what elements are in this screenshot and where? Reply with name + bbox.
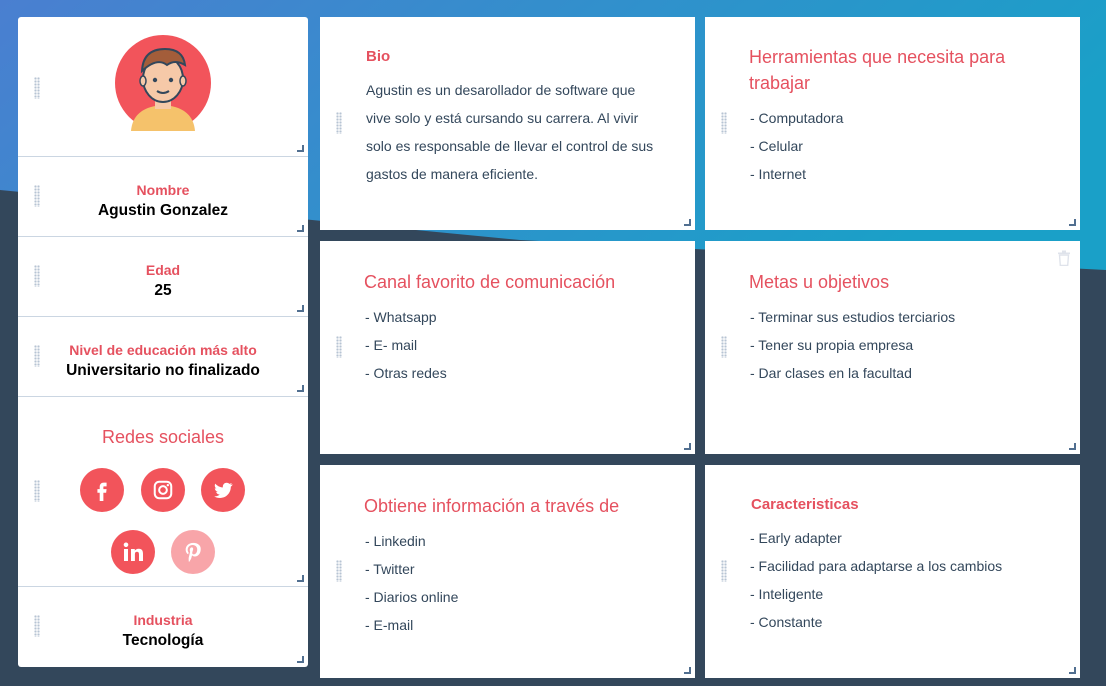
linkedin-icon[interactable] (111, 530, 155, 574)
list-item: - Whatsapp (365, 309, 437, 325)
list-item: - E-mail (365, 617, 414, 633)
instagram-icon[interactable] (141, 468, 185, 512)
nombre-value: Agustin Gonzalez (97, 202, 229, 219)
drag-handle-icon[interactable] (336, 560, 342, 582)
herramientas-card[interactable]: Herramientas que necesita para trabajar … (705, 17, 1080, 230)
canal-list: - Whatsapp - E- mail - Otras redes (365, 303, 447, 387)
avatar-section[interactable] (18, 17, 308, 157)
resize-handle-icon[interactable] (1069, 667, 1076, 674)
list-item: - Constante (750, 614, 823, 630)
list-item: - Tener su propia empresa (750, 337, 914, 353)
drag-handle-icon[interactable] (336, 336, 342, 358)
drag-handle-icon[interactable] (721, 112, 727, 134)
drag-handle-icon[interactable] (34, 265, 40, 287)
informacion-title: Obtiene información a través de (364, 496, 620, 516)
resize-handle-icon[interactable] (297, 575, 304, 582)
educacion-label: Nivel de educación más alto (69, 342, 257, 358)
drag-handle-icon[interactable] (34, 615, 40, 637)
profile-panel: Nombre Agustin Gonzalez Edad 25 Nivel de… (18, 17, 308, 667)
redes-sociales-title: Redes sociales (101, 427, 225, 447)
informacion-card[interactable]: Obtiene información a través de - Linked… (320, 465, 695, 678)
caracteristicas-title: Caracteristicas (751, 496, 859, 513)
user-avatar-icon (115, 35, 211, 131)
list-item: - Twitter (365, 561, 415, 577)
list-item: - Diarios online (365, 589, 459, 605)
herramientas-title: Herramientas que necesita para trabajar (749, 47, 1006, 93)
educacion-section[interactable]: Nivel de educación más alto Universitari… (18, 317, 308, 397)
list-item: - Computadora (750, 110, 844, 126)
pinterest-icon[interactable] (171, 530, 215, 574)
drag-handle-icon[interactable] (721, 336, 727, 358)
list-item: - Early adapter (750, 530, 842, 546)
list-item: - Otras redes (365, 365, 447, 381)
industria-section[interactable]: Industria Tecnología (18, 587, 308, 667)
drag-handle-icon[interactable] (34, 185, 40, 207)
resize-handle-icon[interactable] (1069, 219, 1076, 226)
metas-title: Metas u objetivos (749, 272, 890, 292)
bio-text: Agustin es un desarollador de software q… (366, 82, 654, 182)
herramientas-list: - Computadora - Celular - Internet (750, 104, 843, 188)
bio-card[interactable]: Bio Agustin es un desarollador de softwa… (320, 17, 695, 230)
list-item: - Terminar sus estudios terciarios (750, 309, 956, 325)
edad-value: 25 (154, 282, 172, 299)
resize-handle-icon[interactable] (297, 145, 304, 152)
industria-label: Industria (133, 612, 193, 628)
resize-handle-icon[interactable] (684, 443, 691, 450)
canal-title: Canal favorito de comunicación (364, 272, 616, 292)
twitter-icon[interactable] (201, 468, 245, 512)
educacion-value: Universitario no finalizado (66, 362, 260, 379)
trash-icon[interactable] (1057, 250, 1071, 266)
resize-handle-icon[interactable] (684, 667, 691, 674)
metas-list: - Terminar sus estudios terciarios - Ten… (750, 303, 955, 387)
drag-handle-icon[interactable] (34, 345, 40, 367)
list-item: - Linkedin (365, 533, 426, 549)
drag-handle-icon[interactable] (721, 560, 727, 582)
edad-label: Edad (145, 262, 181, 278)
resize-handle-icon[interactable] (297, 225, 304, 232)
industria-value: Tecnología (122, 632, 204, 649)
resize-handle-icon[interactable] (297, 385, 304, 392)
list-item: - Celular (750, 138, 803, 154)
list-item: - Dar clases en la facultad (750, 365, 912, 381)
canal-card[interactable]: Canal favorito de comunicación - Whatsap… (320, 241, 695, 454)
facebook-icon[interactable] (80, 468, 124, 512)
edad-section[interactable]: Edad 25 (18, 237, 308, 317)
drag-handle-icon[interactable] (34, 77, 40, 99)
resize-handle-icon[interactable] (297, 305, 304, 312)
list-item: - Inteligente (750, 586, 824, 602)
list-item: - E- mail (365, 337, 418, 353)
list-item: - Facilidad para adaptarse a los cambios (750, 558, 1003, 574)
resize-handle-icon[interactable] (684, 219, 691, 226)
nombre-section[interactable]: Nombre Agustin Gonzalez (18, 157, 308, 237)
redes-sociales-section[interactable]: Redes sociales (18, 397, 308, 587)
drag-handle-icon[interactable] (336, 112, 342, 134)
resize-handle-icon[interactable] (1069, 443, 1076, 450)
metas-card[interactable]: Metas u objetivos - Terminar sus estudio… (705, 241, 1080, 454)
drag-handle-icon[interactable] (34, 480, 40, 502)
informacion-list: - Linkedin - Twitter - Diarios online - … (365, 527, 458, 639)
caracteristicas-card[interactable]: Caracteristicas - Early adapter - Facili… (705, 465, 1080, 678)
list-item: - Internet (750, 166, 807, 182)
caracteristicas-list: - Early adapter - Facilidad para adaptar… (750, 524, 1002, 636)
resize-handle-icon[interactable] (297, 656, 304, 663)
nombre-label: Nombre (136, 182, 190, 198)
bio-title: Bio (366, 48, 391, 65)
